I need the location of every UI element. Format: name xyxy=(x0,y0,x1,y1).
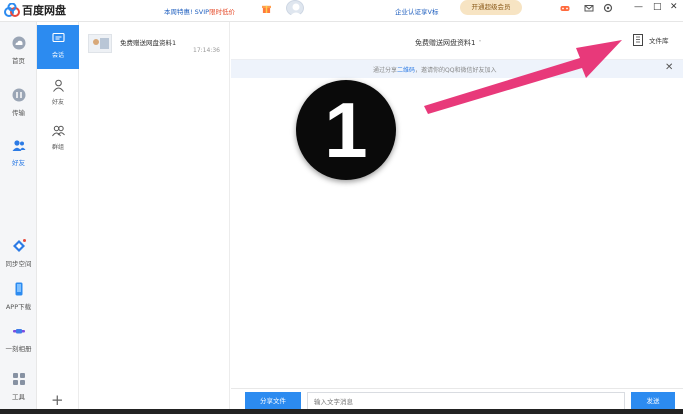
invite-notice-bar: 通过分享二维码，邀请你的QQ和微信好友加入 ✕ xyxy=(231,60,683,78)
friends-tab-column: 会话 好友 群组 + xyxy=(37,22,79,414)
phone-icon xyxy=(15,282,22,296)
title-bar: 百度网盘 本周特惠! SVIP限时低价 企业认证享V标 开通超级会员 — □ ✕ xyxy=(0,0,683,22)
open-vip-button[interactable]: 开通超级会员 xyxy=(460,0,522,15)
chat-title[interactable]: 免费赠送网盘资料1 ˅ xyxy=(415,38,481,48)
album-icon xyxy=(12,329,25,334)
nav-item-album[interactable]: 一刻相册 xyxy=(0,324,37,353)
qr-code-link[interactable]: 二维码 xyxy=(397,67,415,74)
nav-label-home: 首页 xyxy=(12,57,25,65)
conversation-thumbnail xyxy=(88,34,112,53)
nav-label-friends: 好友 xyxy=(12,159,25,167)
tab-friends[interactable]: 好友 xyxy=(37,72,79,116)
chat-header: 免费赠送网盘资料1 ˅ 文件库 xyxy=(231,22,683,60)
file-library-icon xyxy=(633,34,643,46)
add-button[interactable]: + xyxy=(51,391,64,409)
file-library-label: 文件库 xyxy=(649,37,669,45)
step-number: 1 xyxy=(324,86,368,174)
app-window: 百度网盘 本周特惠! SVIP限时低价 企业认证享V标 开通超级会员 — □ ✕… xyxy=(0,0,683,414)
nav-label-transfer: 传输 xyxy=(12,109,25,117)
list-item[interactable]: 免费赠送网盘资料1 17:14:36 xyxy=(80,28,230,58)
notice-suffix: ，邀请你的QQ和微信好友加入 xyxy=(415,67,497,74)
nav-label-album: 一刻相册 xyxy=(5,345,32,353)
tab-conversations[interactable]: 会话 xyxy=(37,25,79,69)
conversation-time: 17:14:36 xyxy=(193,47,220,54)
nav-label-app-download: APP下载 xyxy=(5,303,32,311)
user-silhouette-icon xyxy=(290,3,302,16)
conversation-list: 免费赠送网盘资料1 17:14:36 xyxy=(80,22,230,414)
invite-notice-text: 通过分享二维码，邀请你的QQ和微信好友加入 xyxy=(373,65,496,74)
nav-item-sync-space[interactable]: 同步空间 xyxy=(0,239,37,268)
conversation-avatar-icon xyxy=(93,38,109,49)
conversation-name: 免费赠送网盘资料1 xyxy=(120,39,177,47)
transfer-icon xyxy=(12,88,25,102)
user-avatar[interactable] xyxy=(286,0,304,16)
tab-label-friends: 好友 xyxy=(51,99,64,106)
promo-prefix: 本周特惠! SVIP xyxy=(164,8,210,16)
tools-icon xyxy=(12,373,25,385)
gift-icon[interactable] xyxy=(262,4,271,13)
chat-icon xyxy=(51,32,65,43)
friends-icon xyxy=(12,140,25,151)
nav-item-app-download[interactable]: APP下载 xyxy=(0,282,37,311)
tab-groups[interactable]: 群组 xyxy=(37,117,79,161)
notice-prefix: 通过分享 xyxy=(373,67,398,74)
file-library-button[interactable]: 文件库 xyxy=(633,34,669,46)
friend-icon xyxy=(52,79,64,92)
tab-label-groups: 群组 xyxy=(51,144,64,151)
nav-item-tools[interactable]: 工具 xyxy=(0,372,37,401)
cloud-icon xyxy=(12,36,25,50)
sync-icon xyxy=(12,239,26,252)
left-navigation: 首页 传输 好友 同步空间 APP下载 一刻相册 工具 xyxy=(0,22,37,414)
promo-link[interactable]: 本周特惠! SVIP限时低价 xyxy=(164,6,235,16)
app-title: 百度网盘 xyxy=(22,4,66,17)
nav-item-home[interactable]: 首页 xyxy=(0,36,37,65)
minimize-button[interactable]: — xyxy=(634,2,643,12)
nav-item-transfer[interactable]: 传输 xyxy=(0,88,37,117)
nav-label-sync-space: 同步空间 xyxy=(5,260,32,268)
settings-icon[interactable] xyxy=(603,3,613,13)
chat-title-text: 免费赠送网盘资料1 xyxy=(415,39,476,47)
game-icon[interactable] xyxy=(560,3,570,13)
close-icon[interactable]: ✕ xyxy=(665,62,673,73)
promo-highlight: 限时低价 xyxy=(209,8,236,16)
enterprise-cert-link[interactable]: 企业认证享V标 xyxy=(395,6,438,16)
tab-label-conversations: 会话 xyxy=(51,52,64,59)
group-icon xyxy=(51,125,65,137)
close-button[interactable]: ✕ xyxy=(670,2,678,12)
step-number-badge: 1 xyxy=(296,80,396,180)
maximize-button[interactable]: □ xyxy=(653,2,662,12)
nav-item-friends[interactable]: 好友 xyxy=(0,138,37,167)
nav-label-tools: 工具 xyxy=(12,393,25,401)
chevron-down-icon: ˅ xyxy=(478,40,482,47)
screen-bottom-edge xyxy=(0,409,683,414)
baidu-cloud-logo-icon xyxy=(4,3,20,17)
mail-icon[interactable] xyxy=(584,3,594,13)
app-logo: 百度网盘 xyxy=(4,2,66,18)
